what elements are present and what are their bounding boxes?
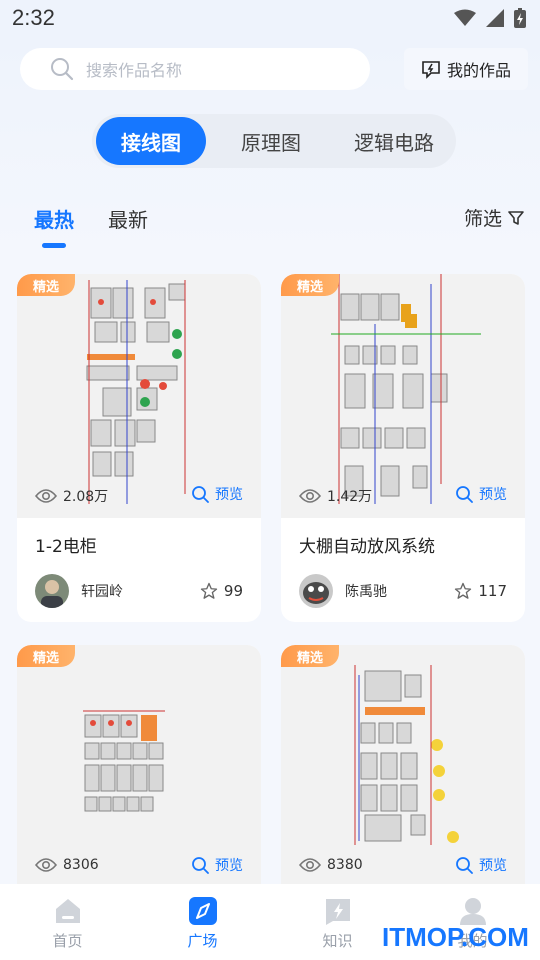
wifi-icon [454,9,476,26]
card-thumbnail [281,274,525,518]
status-bar: 2:32 [0,0,540,36]
preview-label: 预览 [215,487,243,503]
segment-schematic[interactable]: 原理图 [206,117,336,165]
featured-badge: 精选 [17,274,75,296]
my-works-button[interactable]: 我的作品 [404,48,528,90]
preview-button[interactable]: 预览 [455,484,507,504]
preview-button[interactable]: 预览 [191,855,243,875]
tab-hot[interactable]: 最热 [34,204,74,233]
search-placeholder: 搜索作品名称 [86,61,183,80]
tabbar-item-home[interactable]: 首页 [0,884,135,960]
view-count-value: 8306 [63,857,99,873]
star-icon [200,582,218,599]
like-count: 117 [478,582,507,600]
work-card[interactable]: 精选 1.42万 预览 大棚自动放风系统 陈禹驰 117 [281,274,525,622]
featured-badge: 精选 [281,274,339,296]
eye-icon [299,489,321,503]
eye-icon [35,489,57,503]
author-name: 轩园岭 [81,584,123,600]
like-button[interactable]: 117 [454,582,507,600]
card-title: 1-2电柜 [35,537,97,557]
search-icon [192,857,209,874]
category-segmented-control: 接线图 原理图 逻辑电路 [92,114,456,168]
view-count: 1.42万 [299,486,372,506]
search-icon [51,58,74,81]
tabbar-label: 首页 [52,932,83,950]
author-name: 陈禹驰 [345,584,387,600]
watermark: ITMOP.COM [382,922,529,952]
bolt-book-icon [325,899,350,925]
view-count: 8380 [299,857,363,873]
preview-button[interactable]: 预览 [455,855,507,875]
card-thumbnail [17,645,261,889]
filter-label: 筛选 [464,208,503,230]
avatar [35,574,69,608]
author[interactable]: 陈禹驰 [299,574,387,608]
eye-icon [299,858,321,872]
featured-badge: 精选 [281,645,339,667]
work-card[interactable]: 精选 8380 预览 [281,645,525,905]
filter-button[interactable]: 筛选 [464,204,524,231]
work-card[interactable]: 精选 2.08万 预览 1-2电柜 轩园岭 99 [17,274,261,622]
segment-logic-circuit[interactable]: 逻辑电路 [336,117,452,165]
tabbar-label: 知识 [322,932,353,950]
filter-icon [508,210,524,225]
search-icon [456,857,473,874]
eye-icon [35,858,57,872]
view-count-value: 8380 [327,857,363,873]
author[interactable]: 轩园岭 [35,574,123,608]
tab-new[interactable]: 最新 [108,204,148,233]
status-time: 2:32 [12,5,55,30]
featured-badge: 精选 [17,645,75,667]
signal-icon [486,9,504,27]
like-count: 99 [223,582,243,600]
card-thumbnail [17,274,261,518]
work-card[interactable]: 精选 8306 预览 [17,645,261,905]
avatar [299,574,333,608]
works-icon [422,61,440,79]
preview-label: 预览 [479,487,507,503]
preview-label: 预览 [215,858,243,874]
preview-button[interactable]: 预览 [191,484,243,504]
battery-icon [514,8,526,28]
card-thumbnail [281,645,525,889]
search-icon [192,486,209,503]
tabbar-item-square[interactable]: 广场 [135,884,270,960]
search-icon [456,486,473,503]
card-title: 大棚自动放风系统 [299,537,435,557]
status-icons [454,8,526,28]
view-count-value: 2.08万 [63,489,109,505]
tabbar-label: 广场 [187,932,218,950]
like-button[interactable]: 99 [200,582,243,600]
preview-label: 预览 [479,858,507,874]
view-count-value: 1.42万 [327,489,373,505]
tab-indicator [42,243,66,248]
star-icon [455,582,472,599]
compass-icon [188,897,217,925]
segment-wiring-diagram[interactable]: 接线图 [96,117,206,165]
view-count: 8306 [35,857,99,873]
search-input[interactable]: 搜索作品名称 [20,48,370,90]
view-count: 2.08万 [35,486,108,506]
my-works-label: 我的作品 [446,61,511,80]
home-icon [55,899,80,923]
